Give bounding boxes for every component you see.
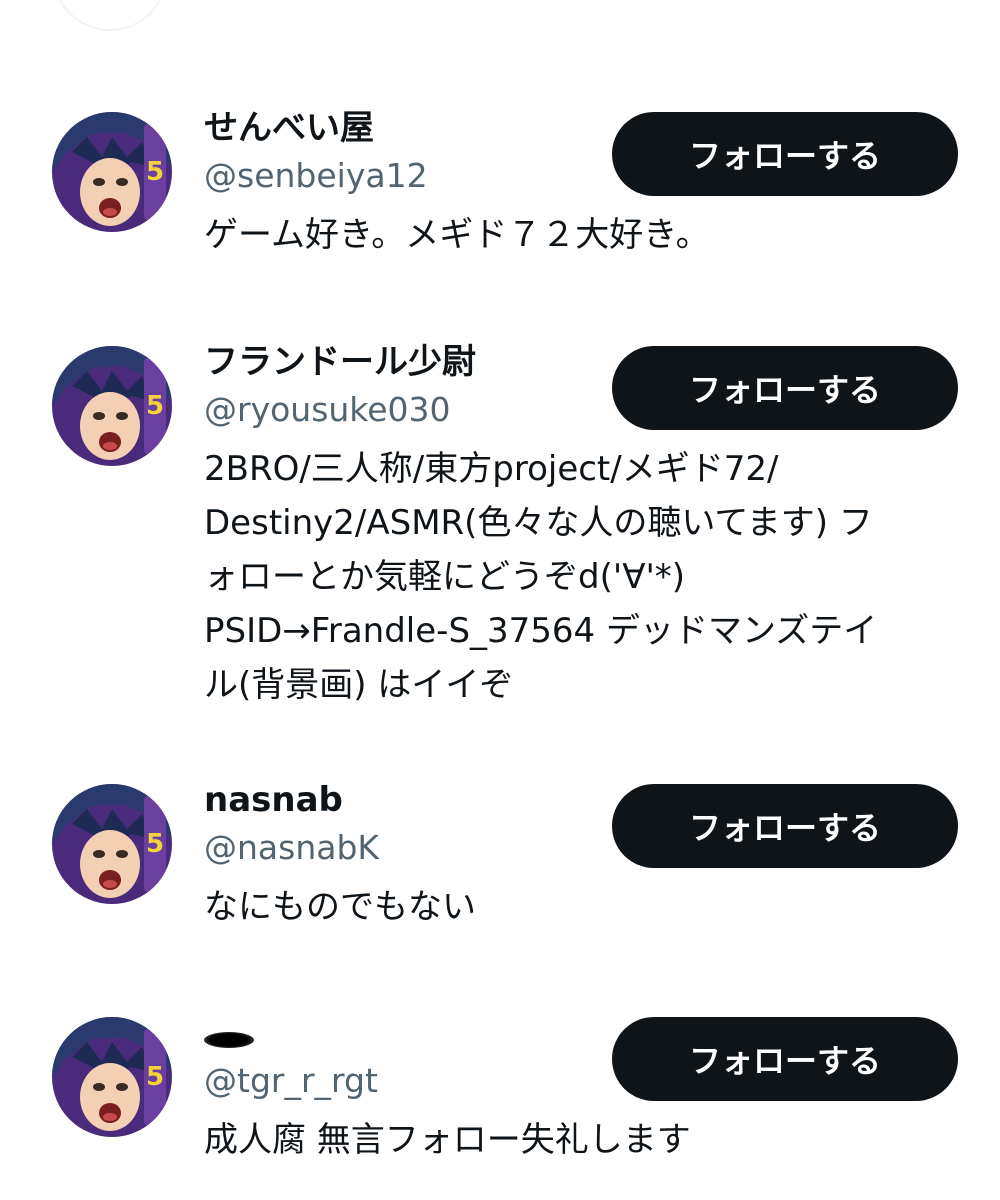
display-name[interactable]: nasnab [204,778,343,822]
user-bio: 成人腐 無言フォロー失礼します [204,1120,691,1160]
user-handle[interactable]: @ryousuke030 [204,388,451,432]
display-name[interactable]: せんべい屋 [204,106,374,150]
user-handle[interactable]: @senbeiya12 [204,154,428,198]
anime-character-avatar-icon: 5 [52,784,172,904]
follow-button[interactable]: フォローする [612,346,958,430]
user-bio: なにものでもない [204,887,476,927]
avatar[interactable]: 5 [52,112,172,232]
user-handle[interactable]: @nasnabK [204,826,379,870]
follow-button[interactable]: フォローする [612,112,958,196]
avatar[interactable]: 5 [52,346,172,466]
follow-button[interactable]: フォローする [612,784,958,868]
display-name[interactable]: フランドール少尉 [204,340,476,384]
follow-button[interactable]: フォローする [612,1017,958,1101]
previous-avatar-fragment [52,0,168,31]
anime-character-avatar-icon: 5 [52,346,172,466]
hole-icon [204,1031,254,1048]
anime-character-avatar-icon: 5 [52,112,172,232]
anime-character-avatar-icon: 5 [52,1017,172,1137]
svg-text:5: 5 [146,157,164,187]
user-bio: 2BRO/三人称/東方project/メギド72/ Destiny2/ASMR(… [204,449,878,705]
display-name[interactable] [204,1011,254,1055]
svg-text:5: 5 [146,391,164,421]
avatar[interactable]: 5 [52,1017,172,1137]
avatar[interactable]: 5 [52,784,172,904]
svg-text:5: 5 [146,829,164,859]
user-bio: ゲーム好き。メギド７２大好き。 [204,215,710,255]
user-handle[interactable]: @tgr_r_rgt [204,1059,378,1103]
follow-suggestions-page: 5 せんべい屋 @senbeiya12 ゲーム好き。メギド７２大好き。 フォロー… [0,0,1000,1200]
svg-text:5: 5 [146,1062,164,1092]
